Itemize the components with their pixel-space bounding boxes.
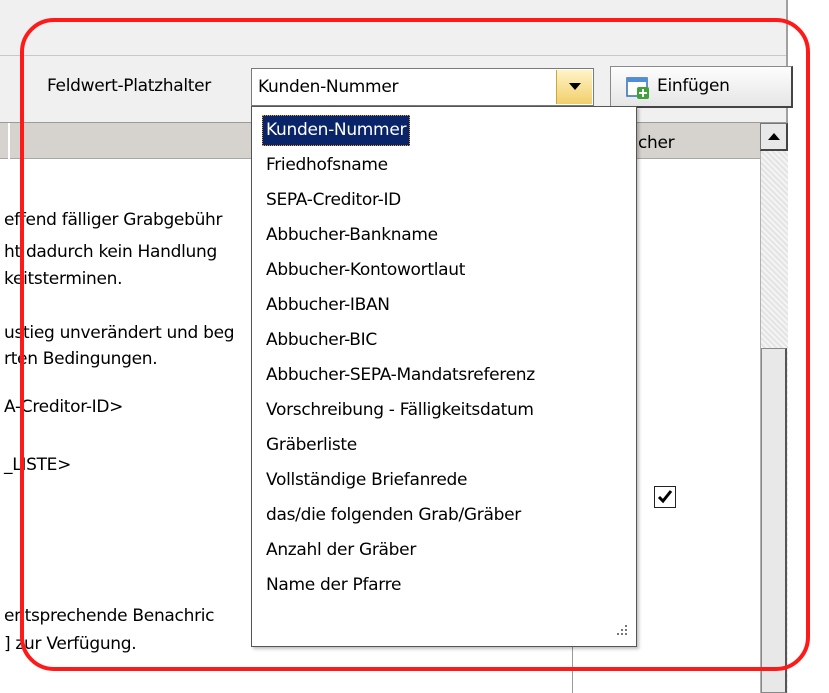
highlight-annotation	[20, 18, 810, 671]
grid-header-edge	[8, 123, 10, 159]
